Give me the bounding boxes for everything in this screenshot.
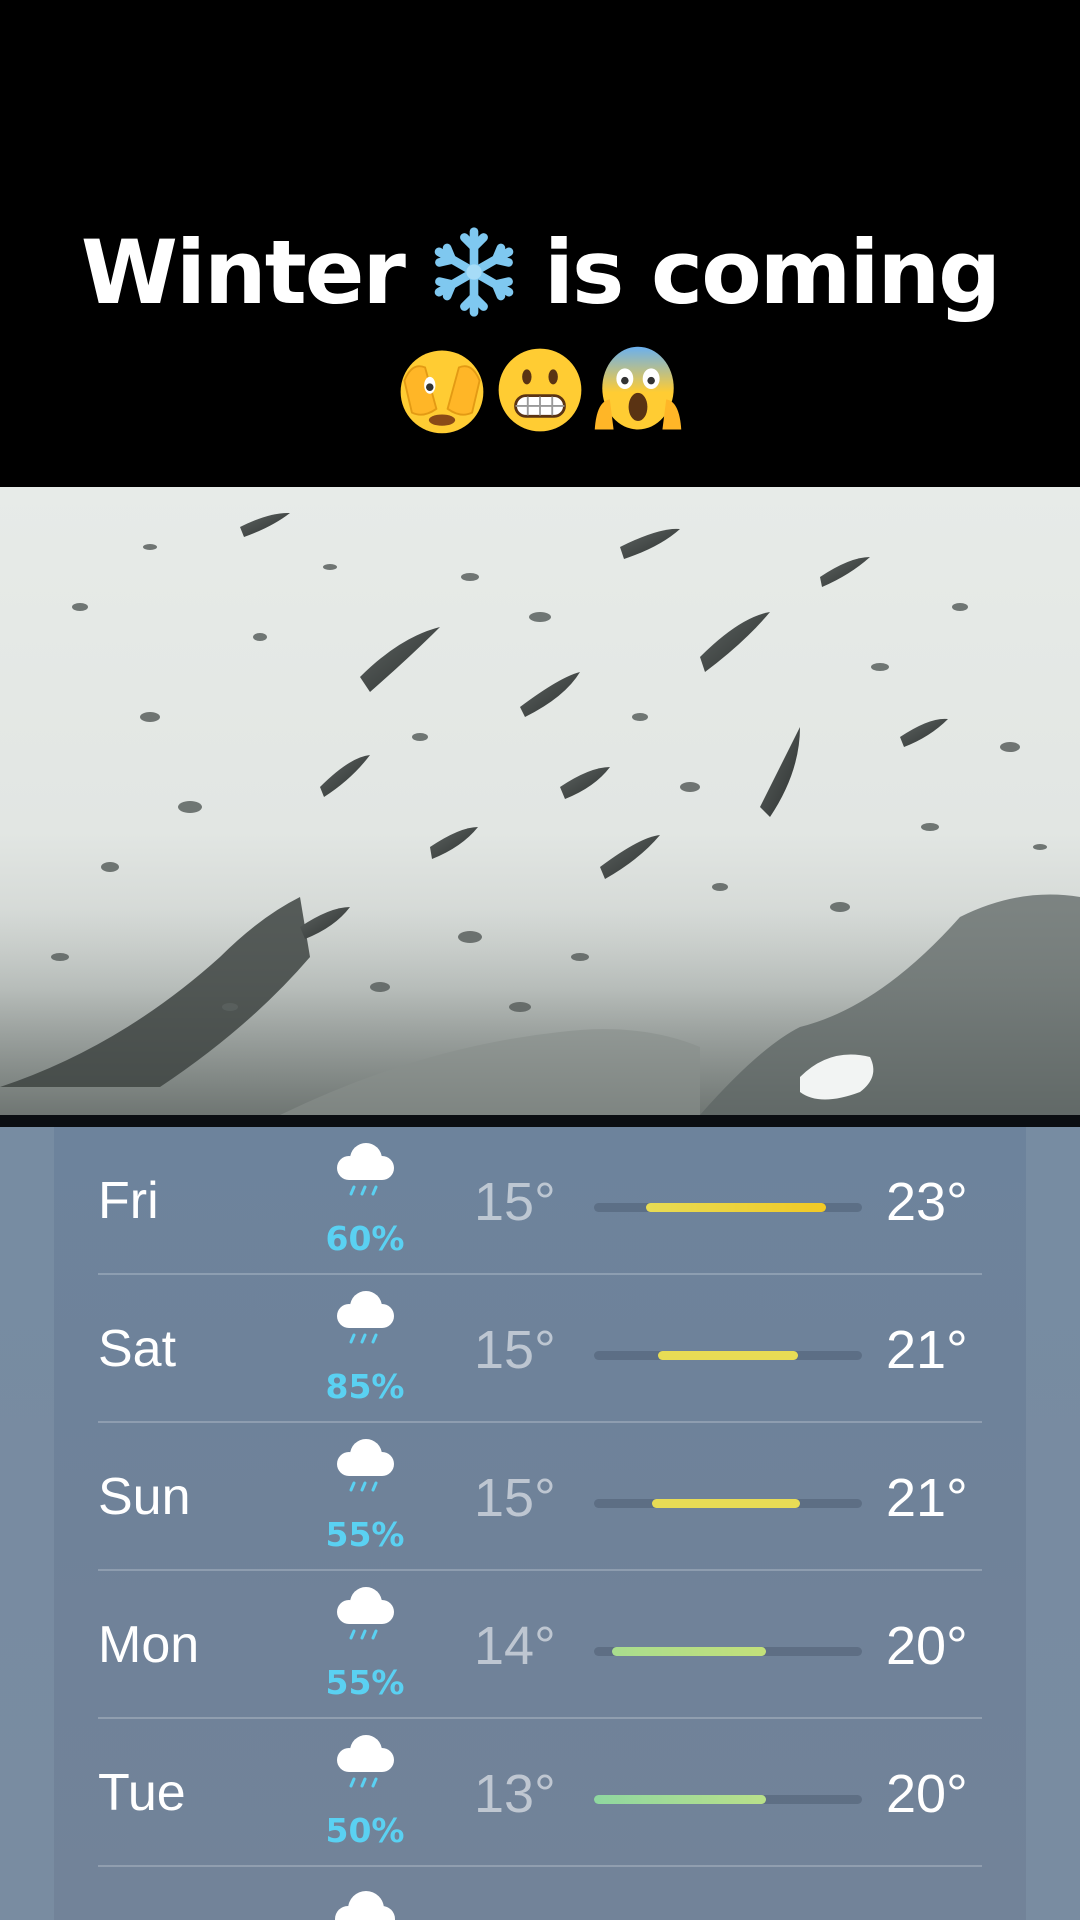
ten-day-forecast-panel: Fri 60% 15° 23° Sat 85% 15° 21° Sun 55% 15° 21° Mon 5… [0,1127,1080,1920]
rain-cloud-icon [337,1143,394,1196]
temperature-range-fill [646,1203,826,1212]
temperature-range-fill [594,1795,766,1804]
forecast-day: Sat [98,1320,177,1378]
face-with-peeking-eye-emoji [400,350,484,434]
rain-on-window-photo [0,487,1080,1115]
high-temperature: 21° [886,1320,968,1380]
precipitation-chance: 85% [325,1367,405,1406]
divider [0,1115,1080,1127]
low-temperature: 14° [474,1616,556,1676]
precipitation-chance: 55% [325,1663,405,1702]
temperature-range-bar [594,1351,862,1360]
caption-word-winter: Winter [80,220,406,324]
forecast-day: Tue [98,1764,186,1822]
rain-cloud-icon [337,1439,394,1492]
caption-words-is-coming: is coming [543,220,1001,324]
precipitation-chance: 55% [325,1515,405,1554]
rain-cloud-icon [337,1291,394,1344]
forecast-row[interactable]: Sat 85% 15° 21° [0,1275,1080,1423]
temperature-range-bar [594,1499,862,1508]
temperature-range-fill [652,1499,800,1508]
caption-banner: Winter is coming [0,0,1080,487]
caption-title: Winter is coming [0,220,1080,324]
low-temperature: 15° [474,1172,556,1232]
grimacing-face-emoji [498,348,582,432]
forecast-row[interactable]: Tue 50% 13° 20° [0,1719,1080,1867]
temperature-range-fill [658,1351,798,1360]
temperature-range-fill [612,1647,766,1656]
high-temperature: 23° [886,1172,968,1232]
cloud-icon-partial [335,1891,395,1920]
face-screaming-in-fear-emoji [594,346,682,430]
forecast-row[interactable]: Sun 55% 15° 21° [0,1423,1080,1571]
low-temperature: 15° [474,1468,556,1528]
low-temperature: 15° [474,1320,556,1380]
high-temperature: 20° [886,1616,968,1676]
temperature-range-bar [594,1203,862,1212]
forecast-day: Mon [98,1616,200,1674]
forecast-row[interactable]: Mon 55% 14° 20° [0,1571,1080,1719]
high-temperature: 21° [886,1468,968,1528]
temperature-range-bar [594,1795,862,1804]
low-temperature: 13° [474,1764,556,1824]
forecast-day: Fri [98,1172,159,1230]
snowflake-icon [434,227,514,317]
precipitation-chance: 60% [325,1219,405,1258]
caption-emoji-row [0,342,1080,438]
forecast-row[interactable]: Fri 60% 15° 23° [0,1127,1080,1275]
rain-cloud-icon [337,1587,394,1640]
forecast-day: Sun [98,1468,191,1526]
row-separator [98,1865,982,1867]
temperature-range-bar [594,1647,862,1656]
rain-cloud-icon [337,1735,394,1788]
high-temperature: 20° [886,1764,968,1824]
precipitation-chance: 50% [325,1811,405,1850]
